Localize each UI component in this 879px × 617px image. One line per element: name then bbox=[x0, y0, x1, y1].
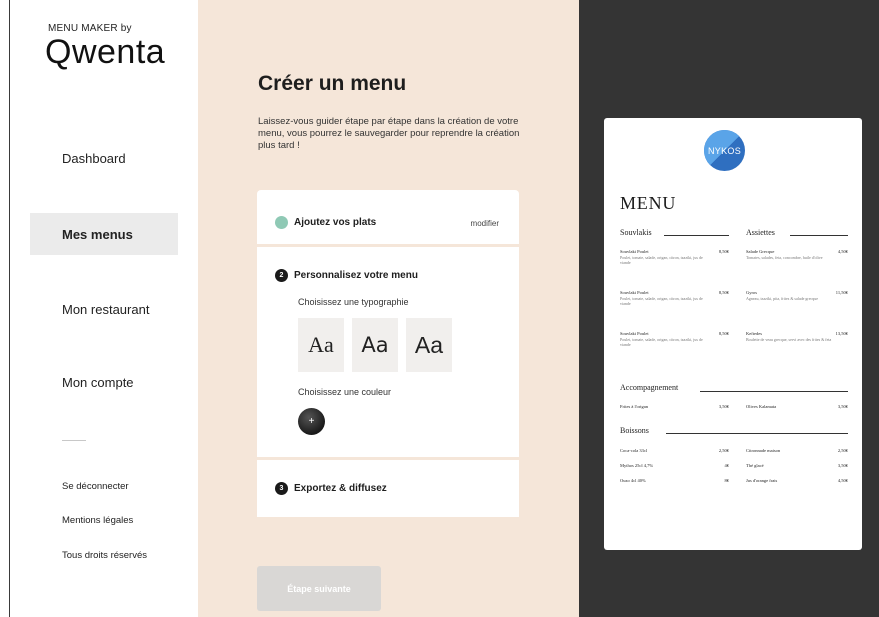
menu-item-price: 2,50€ bbox=[718, 448, 729, 453]
section-assiettes: Assiettes bbox=[746, 228, 775, 237]
menu-item-price: 8,50€ bbox=[718, 331, 729, 336]
section-divider bbox=[790, 235, 848, 236]
menu-item-desc: Poulet, tomate, salade, origan, citron, … bbox=[620, 296, 703, 306]
section-divider bbox=[700, 391, 848, 392]
brand-logo[interactable]: Qwenta bbox=[45, 34, 165, 70]
menu-item-name: Frites à l'origan bbox=[620, 404, 649, 409]
menu-item-name: Gyros bbox=[746, 290, 757, 295]
menu-item-name: Souvlaki Poulet bbox=[620, 290, 649, 295]
menu-item-name: Mythos 25cl 4,7% bbox=[620, 463, 654, 468]
section-divider bbox=[666, 433, 848, 434]
sidebar-edge bbox=[9, 0, 10, 617]
menu-item-desc: Poulet, tomate, salade, origan, citron, … bbox=[620, 337, 703, 347]
menu-item-price: 3,50€ bbox=[837, 404, 848, 409]
step-3-number: 3 bbox=[275, 482, 288, 495]
sidebar-item-mes-menus[interactable]: Mes menus bbox=[30, 213, 178, 255]
step-2-label: Personnalisez votre menu bbox=[294, 270, 418, 281]
page-description: Laissez-vous guider étape par étape dans… bbox=[258, 116, 520, 151]
color-add-button[interactable]: + bbox=[298, 408, 325, 435]
menu-item-price: 8,50€ bbox=[718, 249, 729, 254]
menu-item-price: 2,50€ bbox=[837, 448, 848, 453]
menu-item-price: 3,50€ bbox=[718, 404, 729, 409]
menu-item-name: Keftedes bbox=[746, 331, 762, 336]
font-option-sans-alt[interactable]: Aa bbox=[406, 318, 452, 372]
section-accompagnement: Accompagnement bbox=[620, 383, 679, 392]
menu-item-name: Salade Grecque bbox=[746, 249, 775, 254]
menu-item-name: Citronnade maison bbox=[746, 448, 781, 453]
restaurant-logo: NYKOS bbox=[704, 130, 745, 171]
step-1-card[interactable]: Ajoutez vos plats modifier bbox=[257, 190, 519, 244]
menu-item-price: 4,50€ bbox=[837, 249, 848, 254]
step-3-card[interactable]: 3 Exportez & diffusez bbox=[257, 460, 519, 517]
sidebar: MENU MAKER by Qwenta Dashboard Mes menus… bbox=[0, 0, 198, 617]
sidebar-divider bbox=[62, 440, 86, 441]
menu-item-desc: Boulette de veau grecque, servi avec des… bbox=[746, 337, 832, 342]
logo-text: NYKOS bbox=[707, 145, 741, 156]
font-option-serif[interactable]: Aa bbox=[298, 318, 344, 372]
menu-item-price: 4,50€ bbox=[837, 478, 848, 483]
typography-label: Choisissez une typographie bbox=[298, 297, 409, 307]
menu-item-name: Thé glacé bbox=[746, 463, 764, 468]
menu-item-name: Jus d'orange frais bbox=[746, 478, 778, 483]
legal-link[interactable]: Mentions légales bbox=[62, 515, 133, 526]
menu-item-price: 3,50€ bbox=[837, 463, 848, 468]
menu-item-name: Souvlaki Poulet bbox=[620, 249, 649, 254]
section-boissons: Boissons bbox=[620, 426, 649, 435]
menu-title: MENU bbox=[620, 193, 677, 213]
menu-item-name: Coca-cola 33cl bbox=[620, 448, 648, 453]
font-option-sans[interactable]: Aa bbox=[352, 318, 398, 372]
main-panel: Créer un menu Laissez-vous guider étape … bbox=[198, 0, 579, 617]
step-3-label: Exportez & diffusez bbox=[294, 483, 387, 494]
step-1-check-icon bbox=[275, 216, 288, 229]
menu-item-price: 13,50€ bbox=[835, 331, 848, 336]
step-2-card: 2 Personnalisez votre menu Choisissez un… bbox=[257, 247, 519, 457]
step-1-modify-link[interactable]: modifier bbox=[471, 219, 499, 228]
next-step-button[interactable]: Étape suivante bbox=[257, 566, 381, 611]
menu-item-name: Olives Kalamata bbox=[746, 404, 777, 409]
menu-preview: NYKOS MENU Souvlakis Souvlaki Poulet 8,5… bbox=[604, 118, 862, 550]
menu-item-desc: Agneau, tzaziki, pita, frites & salade g… bbox=[746, 296, 819, 301]
menu-item-price: 8€ bbox=[724, 478, 730, 483]
menu-item-name: Souvlaki Poulet bbox=[620, 331, 649, 336]
page-title: Créer un menu bbox=[258, 72, 407, 95]
menu-item-price: 11,50€ bbox=[835, 290, 848, 295]
logout-link[interactable]: Se déconnecter bbox=[62, 481, 129, 492]
rights-link[interactable]: Tous droits réservés bbox=[62, 550, 147, 561]
color-label: Choisissez une couleur bbox=[298, 387, 392, 397]
sidebar-item-mon-restaurant[interactable]: Mon restaurant bbox=[30, 288, 178, 330]
sidebar-item-dashboard[interactable]: Dashboard bbox=[30, 137, 178, 179]
sidebar-item-mon-compte[interactable]: Mon compte bbox=[30, 361, 178, 403]
menu-item-desc: Tomates, salades, feta, concombre, huile… bbox=[746, 255, 823, 260]
menu-item-price: 4€ bbox=[724, 463, 730, 468]
section-divider bbox=[664, 235, 729, 236]
menu-item-desc: Poulet, tomate, salade, origan, citron, … bbox=[620, 255, 703, 265]
step-1-label: Ajoutez vos plats bbox=[294, 217, 377, 228]
menu-item-name: Ouzo 4cl 40% bbox=[620, 478, 646, 483]
step-2-number: 2 bbox=[275, 269, 288, 282]
menu-item-price: 8,50€ bbox=[718, 290, 729, 295]
section-souvlakis: Souvlakis bbox=[620, 228, 652, 237]
